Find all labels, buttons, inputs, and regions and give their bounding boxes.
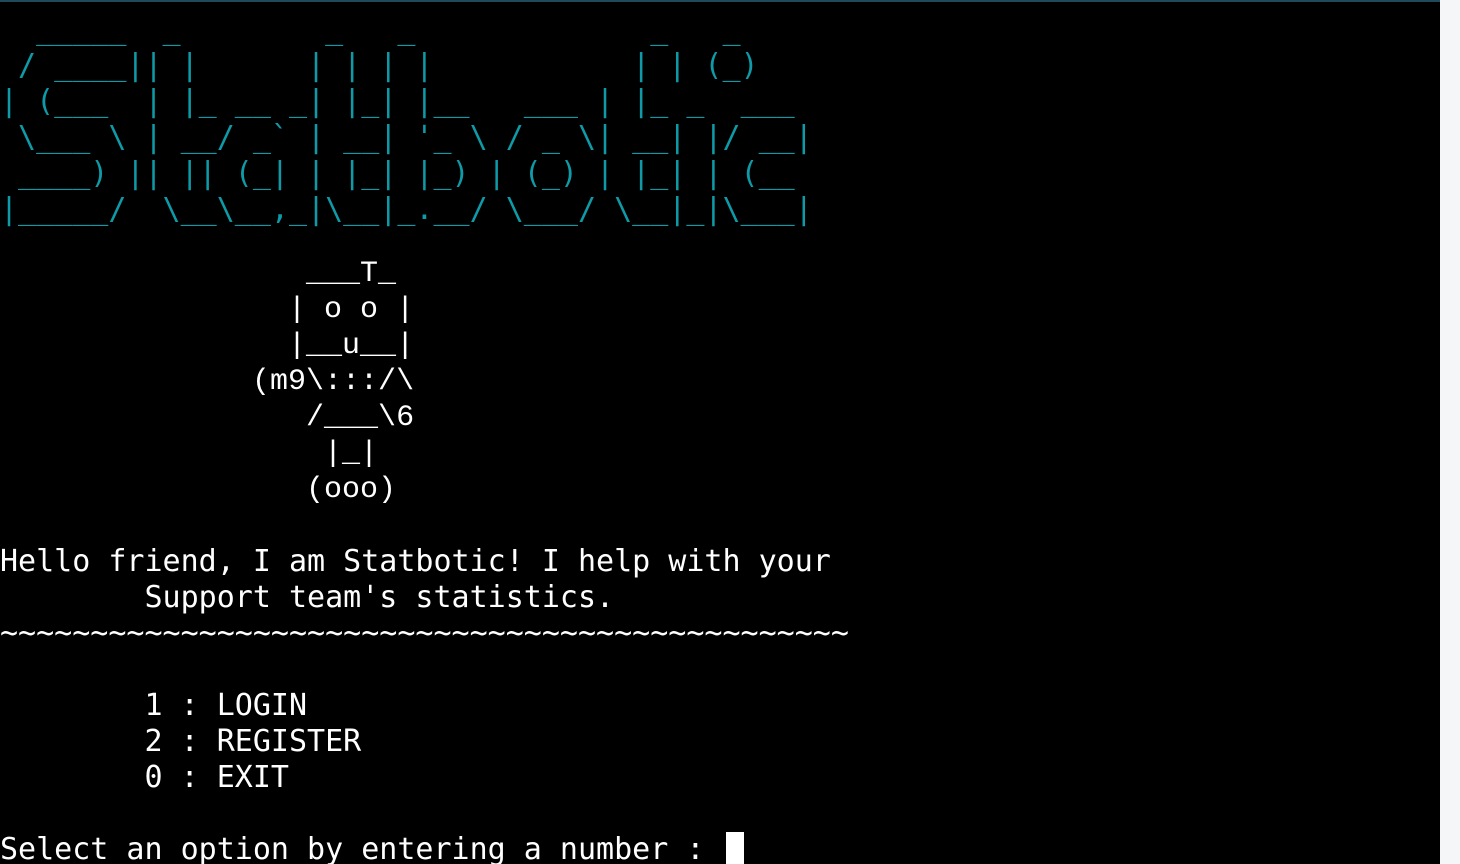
robot-ascii-art: ___T_ | o o | |__u__| (m9\:::/\ /___\6 |… [252,257,415,507]
text-cursor[interactable] [726,832,745,864]
terminal-window[interactable]: _____ _ _ _ _ _ / ____|| | | | | | | | (… [0,0,1440,864]
divider: ~~~~~~~~~~~~~~~~~~~~~~~~~~~~~~~~~~~~~~~~… [0,616,849,651]
statbotic-ascii-logo: _____ _ _ _ _ _ / ____|| | | | | | | | (… [0,12,813,227]
greeting-line-1: Hello friend, I am Statbotic! I help wit… [0,544,831,579]
page-gutter [1440,0,1460,864]
input-prompt-line[interactable]: Select an option by entering a number : [0,832,745,864]
greeting-line-2: Support team's statistics. [0,580,615,615]
menu-item-register: 2 : REGISTER [0,724,362,759]
menu-item-login: 1 : LOGIN [0,688,308,723]
menu-item-exit: 0 : EXIT [0,760,289,795]
input-prompt-label: Select an option by entering a number : [0,832,723,864]
